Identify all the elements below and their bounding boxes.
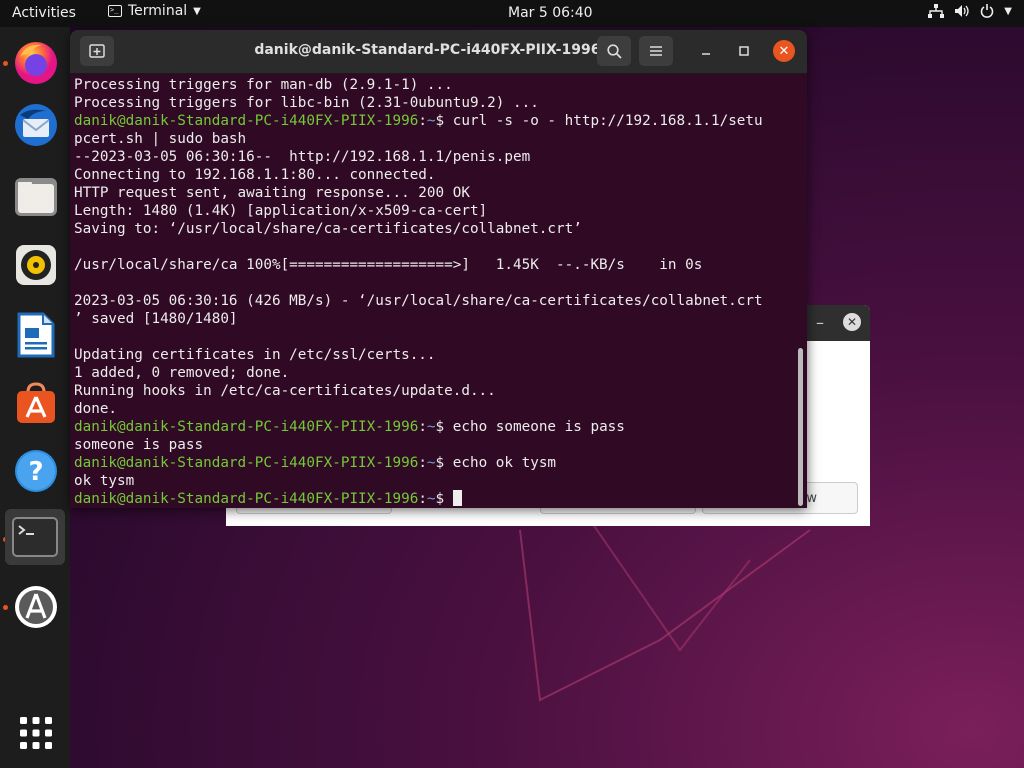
app-menu[interactable]: >_ Terminal ▼ xyxy=(108,3,201,19)
caret-down-icon: ▼ xyxy=(193,5,201,17)
prompt-separator: : xyxy=(418,419,427,435)
output-line: Connecting to 192.168.1.1:80... connecte… xyxy=(74,167,436,183)
output-line: Processing triggers for libc-bin (2.31-0… xyxy=(74,95,539,111)
text-cursor xyxy=(452,490,462,506)
volume-icon xyxy=(955,5,969,17)
prompt-symbol: $ xyxy=(435,455,453,471)
dock-item-rhythmbox[interactable] xyxy=(8,237,64,293)
command-text: echo someone is pass xyxy=(452,419,625,435)
svg-text:?: ? xyxy=(28,457,43,487)
new-tab-icon xyxy=(89,44,105,58)
clock[interactable]: Mar 5 06:40 xyxy=(508,5,593,21)
minimize-icon xyxy=(702,53,710,55)
window-title: danik@danik-Standard-PC-i440FX-PIIX-1996… xyxy=(254,42,623,58)
prompt-path: ~ xyxy=(426,491,436,507)
output-line: 2023-03-05 06:30:16 (426 MB/s) - ‘/usr/l… xyxy=(74,293,763,309)
dock-item-updater[interactable] xyxy=(8,579,64,635)
files-icon xyxy=(15,178,57,216)
prompt-line: danik@danik-Standard-PC-i440FX-PIIX-1996… xyxy=(74,418,796,436)
prompt-line: danik@danik-Standard-PC-i440FX-PIIX-1996… xyxy=(74,490,796,508)
output-line: /usr/local/share/ca 100%[===============… xyxy=(74,257,703,273)
terminal-scrollbar[interactable] xyxy=(798,348,803,506)
app-grid-icon xyxy=(20,717,52,749)
output-line: ’ saved [1480/1480] xyxy=(74,311,238,327)
dock-item-software[interactable] xyxy=(8,375,64,431)
help-icon: ? xyxy=(15,450,57,492)
prompt-path: ~ xyxy=(426,419,436,435)
output-line: --2023-03-05 06:30:16-- http://192.168.1… xyxy=(74,149,531,165)
search-icon xyxy=(606,43,622,59)
dock-item-writer[interactable] xyxy=(8,307,64,363)
wallpaper-lines xyxy=(519,519,811,702)
app-menu-label: Terminal xyxy=(128,3,188,19)
firefox-icon xyxy=(15,42,57,84)
rhythmbox-icon xyxy=(16,245,56,285)
prompt-symbol: $ xyxy=(435,113,453,129)
output-line: HTTP request sent, awaiting response... … xyxy=(74,185,470,201)
prompt-path: ~ xyxy=(426,113,436,129)
minimize-button[interactable] xyxy=(695,40,717,62)
prompt-separator: : xyxy=(418,491,427,507)
system-tray[interactable]: ▼ xyxy=(928,4,1012,18)
command-text: echo ok tysm xyxy=(452,455,557,471)
prompt-symbol: $ xyxy=(435,491,453,507)
prompt-user-host: danik@danik-Standard-PC-i440FX-PIIX-1996 xyxy=(74,113,419,129)
prompt-user-host: danik@danik-Standard-PC-i440FX-PIIX-1996 xyxy=(74,491,419,507)
output-line: Saving to: ‘/usr/local/share/ca-certific… xyxy=(74,221,582,237)
output-line: pcert.sh | sudo bash xyxy=(74,131,247,147)
prompt-path: ~ xyxy=(426,455,436,471)
new-tab-button[interactable] xyxy=(80,36,114,66)
thunderbird-icon xyxy=(15,104,57,146)
hamburger-menu-icon xyxy=(650,46,662,56)
output-line: Length: 1480 (1.4K) [application/x-x509-… xyxy=(74,203,488,219)
maximize-icon xyxy=(739,46,749,56)
dock-item-help[interactable]: ? xyxy=(8,443,64,499)
software-icon xyxy=(17,382,55,423)
close-icon: ✕ xyxy=(778,43,790,59)
terminal-titlebar[interactable]: danik@danik-Standard-PC-i440FX-PIIX-1996… xyxy=(70,30,807,74)
top-bar: Activities >_ Terminal ▼ Mar 5 06:40 ▼ xyxy=(0,0,1024,27)
dialog-close-button[interactable]: ✕ xyxy=(843,313,861,331)
output-line: Processing triggers for man-db (2.9.1-1)… xyxy=(74,77,453,93)
close-button[interactable]: ✕ xyxy=(773,40,795,62)
dock-item-files[interactable] xyxy=(8,169,64,225)
prompt-user-host: danik@danik-Standard-PC-i440FX-PIIX-1996 xyxy=(74,419,419,435)
terminal-icon xyxy=(12,517,58,557)
maximize-button[interactable] xyxy=(733,40,755,62)
dock: ? xyxy=(0,27,70,768)
output-line: Running hooks in /etc/ca-certificates/up… xyxy=(74,383,496,399)
prompt-line: danik@danik-Standard-PC-i440FX-PIIX-1996… xyxy=(74,112,796,130)
menu-button[interactable] xyxy=(639,36,673,66)
output-line: Updating certificates in /etc/ssl/certs.… xyxy=(74,347,436,363)
dialog-button-3-label: w xyxy=(806,491,817,506)
terminal-icon: >_ xyxy=(108,5,122,17)
updater-icon xyxy=(15,586,57,628)
minimize-icon[interactable]: – xyxy=(816,313,824,332)
prompt-separator: : xyxy=(418,455,427,471)
show-applications-button[interactable] xyxy=(8,705,64,761)
caret-down-icon: ▼ xyxy=(1004,5,1012,17)
output-line: done. xyxy=(74,401,118,417)
prompt-symbol: $ xyxy=(435,419,453,435)
command-text: curl -s -o - http://192.168.1.1/setu xyxy=(452,113,763,129)
network-icon xyxy=(928,4,945,18)
prompt-user-host: danik@danik-Standard-PC-i440FX-PIIX-1996 xyxy=(74,455,419,471)
prompt-separator: : xyxy=(418,113,427,129)
dock-item-firefox[interactable] xyxy=(8,35,64,91)
search-button[interactable] xyxy=(597,36,631,66)
dock-item-thunderbird[interactable] xyxy=(8,97,64,153)
dock-item-terminal[interactable] xyxy=(5,509,65,565)
output-line: someone is pass xyxy=(74,437,204,453)
terminal-window[interactable]: danik@danik-Standard-PC-i440FX-PIIX-1996… xyxy=(70,30,807,508)
prompt-line: danik@danik-Standard-PC-i440FX-PIIX-1996… xyxy=(74,454,796,472)
output-line: ok tysm xyxy=(74,473,135,489)
terminal-output[interactable]: Processing triggers for man-db (2.9.1-1)… xyxy=(74,76,796,508)
output-line: 1 added, 0 removed; done. xyxy=(74,365,290,381)
power-icon xyxy=(981,4,994,18)
activities-button[interactable]: Activities xyxy=(12,5,76,21)
writer-icon xyxy=(17,312,55,358)
